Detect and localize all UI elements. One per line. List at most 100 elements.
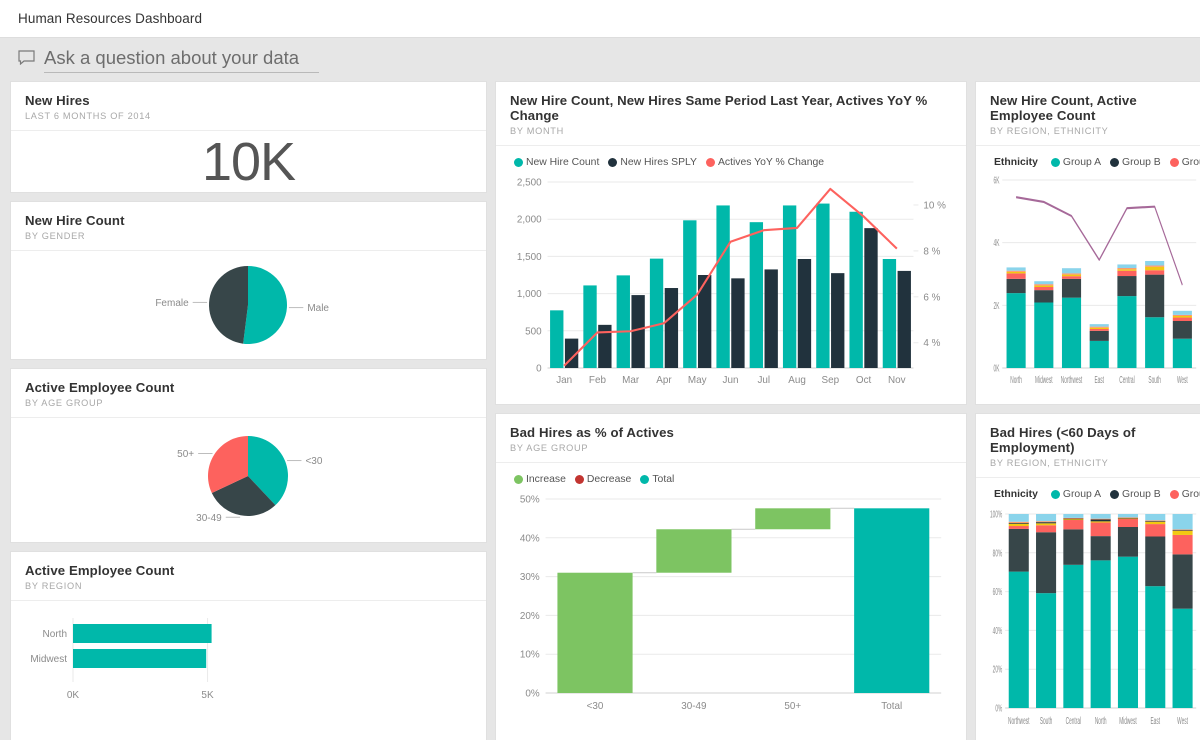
svg-text:20%: 20% <box>520 611 540 622</box>
legend-swatch-icon <box>1170 490 1179 499</box>
stacked-combo-chart-region[interactable]: 0K2K4K6KNorthMidwestNorthwestEastCentral… <box>986 172 1200 400</box>
tile-subtitle: BY MONTH <box>510 126 952 136</box>
legend-item[interactable]: New Hire Count <box>514 157 599 168</box>
qna-search-box[interactable]: Ask a question about your data <box>18 47 319 73</box>
legend-item[interactable]: Actives YoY % Change <box>706 157 824 168</box>
svg-text:Total: Total <box>881 701 902 712</box>
tile-header: Bad Hires as % of Actives BY AGE GROUP <box>496 414 966 463</box>
svg-text:40%: 40% <box>520 533 540 544</box>
tile-new-hires-kpi[interactable]: New Hires LAST 6 MONTHS OF 2014 10K <box>11 82 486 192</box>
legend-item[interactable]: Group B <box>1110 157 1161 168</box>
svg-text:2,500: 2,500 <box>517 177 542 188</box>
tile-subtitle: BY AGE GROUP <box>510 443 952 453</box>
tile-subtitle: BY AGE GROUP <box>25 398 472 408</box>
legend-title: Ethnicity <box>994 489 1038 500</box>
legend-item[interactable]: Total <box>640 474 674 485</box>
svg-text:North: North <box>1010 374 1022 385</box>
tile-title: Active Employee Count <box>25 380 472 395</box>
svg-text:Female: Female <box>155 298 189 309</box>
legend-label: Group C <box>1182 489 1200 500</box>
legend-item[interactable]: New Hires SPLY <box>608 157 697 168</box>
legend-swatch-icon <box>1051 158 1060 167</box>
stacked-100-chart-bad-hires[interactable]: 0%20%40%60%80%100%NorthwestSouthCentralN… <box>986 504 1200 740</box>
tile-subtitle: LAST 6 MONTHS OF 2014 <box>25 111 472 121</box>
app-header: Human Resources Dashboard <box>0 0 1200 38</box>
svg-text:50+: 50+ <box>784 701 801 712</box>
svg-text:East: East <box>1094 374 1104 385</box>
svg-text:Male: Male <box>307 303 329 314</box>
tile-bad-hires-by-age[interactable]: Bad Hires as % of Actives BY AGE GROUP I… <box>496 414 966 740</box>
tile-body: Increase Decrease Total 0% 10% 20% 30% 40% 50… <box>496 463 966 740</box>
speech-bubble-icon <box>18 50 35 65</box>
legend-swatch-icon <box>706 158 715 167</box>
legend-swatch-icon <box>1170 158 1179 167</box>
svg-text:Apr: Apr <box>656 375 672 386</box>
legend-swatch-icon <box>640 475 649 484</box>
legend-item[interactable]: Group C <box>1170 157 1200 168</box>
legend-swatch-icon <box>575 475 584 484</box>
tile-title: Bad Hires as % of Actives <box>510 425 952 440</box>
legend-label: Group A <box>1063 157 1101 168</box>
svg-text:0K: 0K <box>67 690 80 701</box>
legend-item[interactable]: Group A <box>1051 157 1101 168</box>
bar-chart-active-region[interactable]: 0K5KNorthMidwest <box>21 610 234 710</box>
tile-header: New Hires LAST 6 MONTHS OF 2014 <box>11 82 486 131</box>
svg-text:1,500: 1,500 <box>517 252 542 263</box>
tile-header: New Hire Count, Active Employee Count BY… <box>976 82 1200 146</box>
svg-text:Midwest: Midwest <box>30 654 67 665</box>
svg-text:2,000: 2,000 <box>517 215 542 226</box>
svg-text:10 %: 10 % <box>923 200 946 211</box>
svg-text:Mar: Mar <box>622 375 640 386</box>
svg-text:10%: 10% <box>520 650 540 661</box>
tile-title: New Hire Count, Active Employee Count <box>990 93 1197 123</box>
kpi-body: 10K <box>11 131 486 193</box>
legend-item[interactable]: Group B <box>1110 489 1161 500</box>
tile-title: New Hire Count <box>25 213 472 228</box>
legend-title: Ethnicity <box>994 157 1038 168</box>
svg-text:Jan: Jan <box>556 375 572 386</box>
tile-body: Ethnicity Group A Group B Group C Group … <box>976 146 1200 404</box>
tile-bad-hires-by-region[interactable]: Bad Hires (<60 Days of Employment) BY RE… <box>976 414 1200 740</box>
legend-item[interactable]: Group C <box>1170 489 1200 500</box>
dashboard-grid: New Hire Count, New Hires Same Period La… <box>0 82 1200 740</box>
tile-active-by-age[interactable]: Active Employee Count BY AGE GROUP <3030… <box>11 369 486 542</box>
legend-item[interactable]: Increase <box>514 474 566 485</box>
legend-label: Group B <box>1122 489 1161 500</box>
svg-text:50+: 50+ <box>177 449 194 460</box>
tile-header: Active Employee Count BY AGE GROUP <box>11 369 486 418</box>
svg-text:30%: 30% <box>520 572 540 583</box>
svg-text:West: West <box>1177 715 1188 726</box>
tile-new-hire-by-region[interactable]: New Hire Count, Active Employee Count BY… <box>976 82 1200 404</box>
legend-item[interactable]: Group A <box>1051 489 1101 500</box>
svg-text:Sep: Sep <box>822 375 840 386</box>
svg-text:<30: <30 <box>587 701 604 712</box>
svg-text:0%: 0% <box>995 703 1002 714</box>
waterfall-chart-bad-hires[interactable]: 0%10%20%30%40%50%<3030-4950+Total <box>506 489 956 725</box>
pie-chart-gender[interactable]: Male Female <box>136 255 361 355</box>
legend-label: Group B <box>1122 157 1161 168</box>
tile-new-hire-by-month[interactable]: New Hire Count, New Hires Same Period La… <box>496 82 966 404</box>
svg-text:East: East <box>1150 715 1160 726</box>
legend-item[interactable]: Decrease <box>575 474 631 485</box>
svg-text:60%: 60% <box>993 586 1003 597</box>
legend-label: Increase <box>526 474 566 485</box>
tile-header: Bad Hires (<60 Days of Employment) BY RE… <box>976 414 1200 478</box>
svg-text:500: 500 <box>525 326 542 337</box>
svg-text:South: South <box>1148 374 1160 385</box>
legend-swatch-icon <box>1110 490 1119 499</box>
svg-text:Jun: Jun <box>723 375 739 386</box>
tile-title: New Hire Count, New Hires Same Period La… <box>510 93 952 123</box>
pie-chart-age-group[interactable]: <3030-4950+ <box>136 424 361 536</box>
svg-text:West: West <box>1177 374 1188 385</box>
tile-active-by-region[interactable]: Active Employee Count BY REGION 0K5KNort… <box>11 552 486 740</box>
svg-text:0: 0 <box>536 363 542 374</box>
chart-legend: New Hire Count New Hires SPLY Actives Yo… <box>514 157 956 168</box>
tile-header: New Hire Count BY GENDER <box>11 202 486 251</box>
tile-new-hire-by-gender[interactable]: New Hire Count BY GENDER Male Female <box>11 202 486 359</box>
tile-body: New Hire Count New Hires SPLY Actives Yo… <box>496 146 966 404</box>
svg-text:5K: 5K <box>201 690 214 701</box>
qna-input[interactable]: Ask a question about your data <box>44 47 319 73</box>
svg-text:0%: 0% <box>525 688 539 699</box>
combo-chart-new-hire-month[interactable]: 05001,0001,5002,0002,5004 %6 %8 %10 %Jan… <box>506 172 956 400</box>
svg-text:Midwest: Midwest <box>1035 374 1053 385</box>
